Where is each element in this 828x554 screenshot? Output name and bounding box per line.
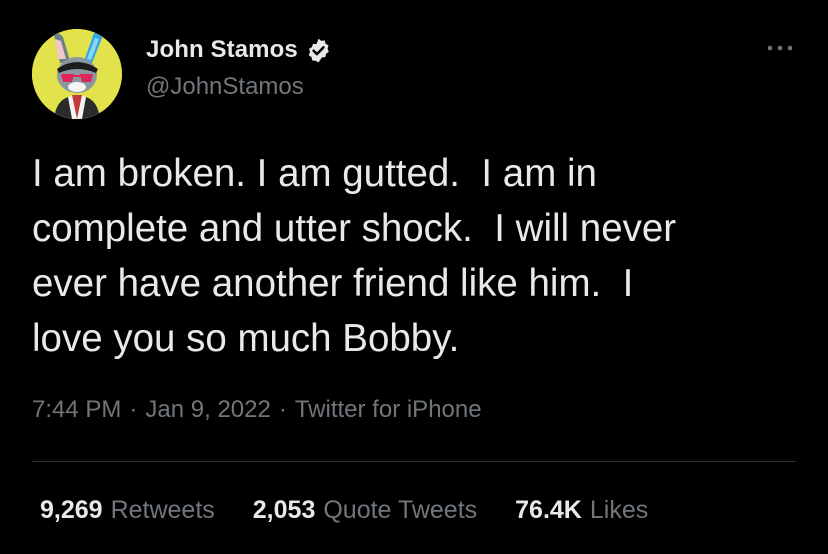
- more-options-icon[interactable]: [762, 38, 798, 58]
- likes-count: 76.4K: [515, 496, 582, 524]
- quote-tweets-count: 2,053: [252, 496, 316, 524]
- tweet-meta: 7:44 PM · Jan 9, 2022 · Twitter for iPho…: [32, 396, 482, 424]
- tweet-source[interactable]: Twitter for iPhone: [295, 396, 482, 424]
- meta-separator: ·: [129, 396, 138, 423]
- retweets-count: 9,269: [40, 496, 103, 524]
- tweet-text: I am broken. I am gutted. I am in comple…: [32, 152, 677, 360]
- quote-tweets-label: Quote Tweets: [323, 496, 478, 524]
- retweets-label: Retweets: [110, 496, 215, 524]
- handle[interactable]: @JohnStamos: [146, 73, 304, 101]
- rabbit-avatar-icon: [32, 29, 122, 119]
- avatar[interactable]: [32, 29, 122, 119]
- tweet-date[interactable]: Jan 9, 2022: [145, 396, 270, 424]
- tweet-card: John Stamos @JohnStamos I am broken. I a…: [0, 0, 828, 554]
- retweets-stat[interactable]: 9,269 Retweets: [40, 496, 215, 525]
- author-name-row: John Stamos: [146, 34, 332, 66]
- engagement-stats: 9,269 Retweets 2,053 Quote Tweets 76.4K …: [40, 496, 686, 525]
- divider: [32, 461, 796, 462]
- meta-separator: ·: [278, 396, 287, 423]
- display-name[interactable]: John Stamos: [146, 36, 298, 64]
- likes-label: Likes: [589, 496, 649, 524]
- likes-stat[interactable]: 76.4K Likes: [515, 496, 648, 525]
- verified-badge-icon: [305, 37, 332, 64]
- quote-tweets-stat[interactable]: 2,053 Quote Tweets: [253, 496, 477, 525]
- tweet-time[interactable]: 7:44 PM: [32, 396, 121, 424]
